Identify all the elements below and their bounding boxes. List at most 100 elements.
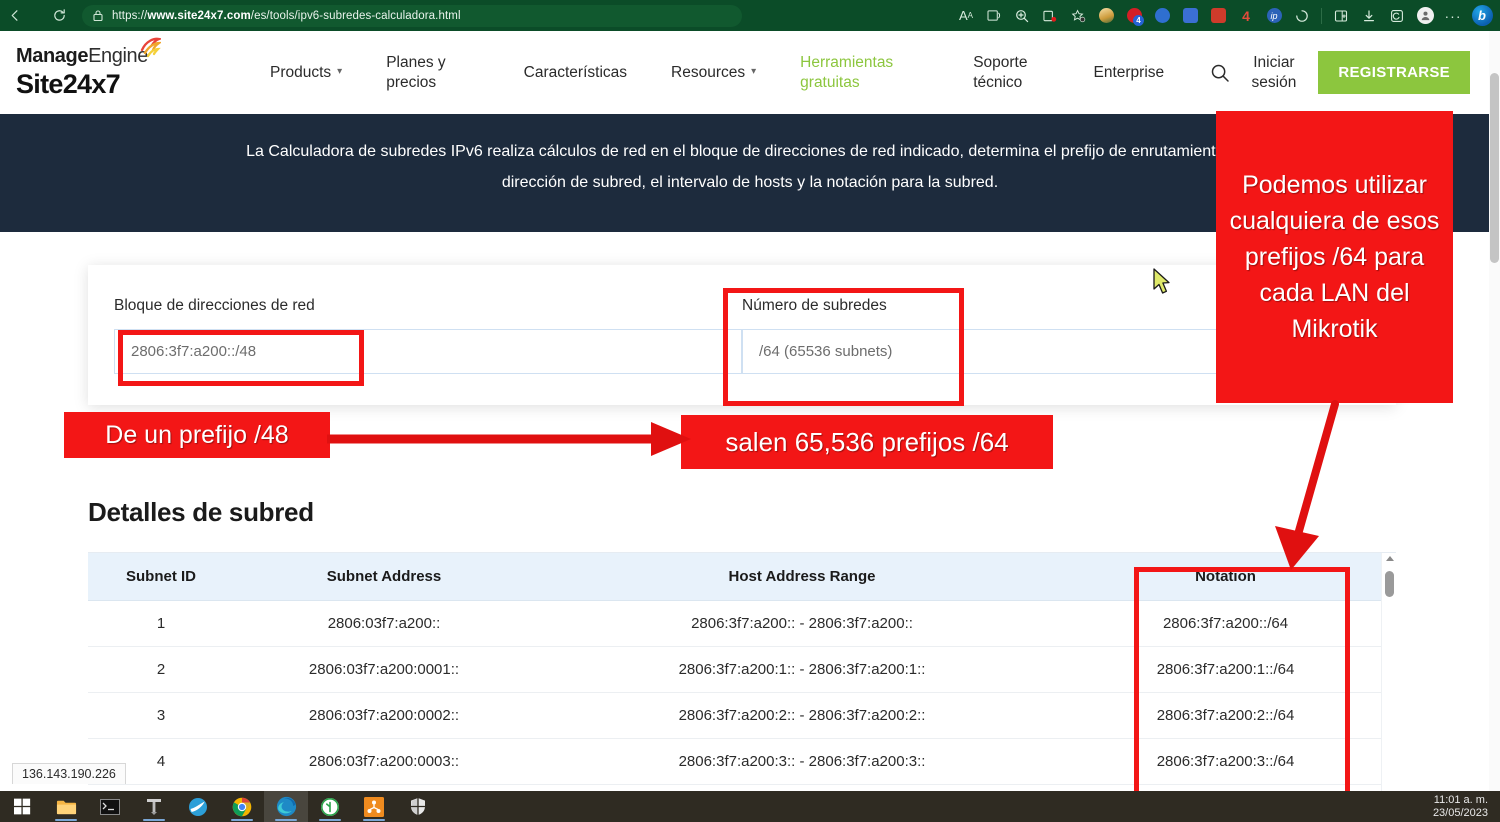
read-aloud-icon[interactable]: AA	[953, 3, 979, 29]
browser-toolbar: https://www.site24x7.com/es/tools/ipv6-s…	[0, 0, 1500, 31]
network-block-input[interactable]: 2806:3f7:a200::/48	[114, 329, 742, 374]
cell-notation: 2806:3f7:a200:2::/64	[1070, 692, 1381, 738]
nav-item-enterprise[interactable]: Enterprise	[1049, 63, 1186, 82]
browser-essentials-icon[interactable]	[1289, 3, 1315, 29]
zoom-icon[interactable]	[1009, 3, 1035, 29]
taskbar-active-underline	[231, 819, 253, 821]
nav-item-products[interactable]: Products ▾	[248, 63, 364, 82]
cell-notation: 2806:3f7:a200:3::/64	[1070, 738, 1381, 784]
clock-time: 11:01 a. m.	[1433, 794, 1488, 807]
taskbar-clock[interactable]: 11:01 a. m. 23/05/2023	[1433, 794, 1500, 820]
winbox-icon[interactable]	[176, 791, 220, 822]
windows-taskbar: 11:01 a. m. 23/05/2023	[0, 791, 1500, 822]
cell-subnet-id: 1	[88, 600, 234, 646]
register-button[interactable]: REGISTRARSE	[1318, 51, 1470, 94]
site-logo[interactable]: ManageEngine Site24x7	[16, 45, 216, 100]
table-row: 3 2806:03f7:a200:0002:: 2806:3f7:a200:2:…	[88, 692, 1381, 738]
subnet-table-container: Subnet ID Subnet Address Host Address Ra…	[88, 552, 1396, 791]
table-scrollbar[interactable]	[1381, 553, 1396, 791]
column-header-subnet-address[interactable]: Subnet Address	[234, 553, 534, 600]
column-header-notation[interactable]: Notation	[1070, 553, 1381, 600]
extension-shell-icon[interactable]	[1093, 3, 1119, 29]
calculator-form-card: Bloque de direcciones de red 2806:3f7:a2…	[88, 265, 1396, 405]
manageengine-swoosh-icon	[139, 36, 161, 58]
downloads-icon[interactable]	[1356, 3, 1382, 29]
adblock-badge: 4	[1133, 15, 1144, 26]
cell-subnet-address: 2806:03f7:a200:0004::	[234, 784, 534, 791]
table-row: 5 2806:03f7:a200:0004:: 2806:3f7:a200:4:…	[88, 784, 1381, 791]
tool-icon[interactable]	[132, 791, 176, 822]
reload-icon[interactable]	[44, 0, 74, 31]
nav-label: Products	[270, 63, 331, 82]
terminal-icon[interactable]	[88, 791, 132, 822]
search-icon[interactable]	[1210, 63, 1230, 83]
login-link[interactable]: Iniciar sesión	[1252, 53, 1297, 92]
main-nav: Products ▾ Planes y precios Característi…	[248, 53, 1186, 92]
logo-manageengine: ManageEngine	[16, 45, 148, 68]
cell-host-range: 2806:3f7:a200:3:: - 2806:3f7:a200:3::	[534, 738, 1070, 784]
nav-item-herramientas-gratuitas[interactable]: Herramientas gratuitas	[778, 53, 915, 92]
cell-host-range: 2806:3f7:a200:: - 2806:3f7:a200::	[534, 600, 1070, 646]
nav-item-caracteristicas[interactable]: Características	[468, 63, 649, 82]
column-header-host-address-range[interactable]: Host Address Range	[534, 553, 1070, 600]
extension-goggles-icon[interactable]	[1205, 3, 1231, 29]
account-icon[interactable]	[1412, 3, 1438, 29]
network-map-icon[interactable]	[352, 791, 396, 822]
cell-subnet-id: 3	[88, 692, 234, 738]
table-body: 1 2806:03f7:a200:: 2806:3f7:a200:: - 280…	[88, 600, 1381, 791]
taskbar-active-underline	[363, 819, 385, 821]
extension-blue-icon[interactable]	[1149, 3, 1175, 29]
cell-subnet-address: 2806:03f7:a200:0003::	[234, 738, 534, 784]
nav-label: Herramientas gratuitas	[800, 53, 893, 92]
edge-icon[interactable]	[264, 791, 308, 822]
settings-more-icon[interactable]: ···	[1440, 3, 1466, 29]
nav-label: Planes y precios	[386, 53, 445, 92]
chevron-down-icon: ▾	[751, 66, 756, 79]
collections-icon[interactable]	[1037, 3, 1063, 29]
edge-profile-icon[interactable]	[1384, 3, 1410, 29]
file-explorer-icon[interactable]	[44, 791, 88, 822]
header-actions: Iniciar sesión REGISTRARSE	[1210, 51, 1500, 94]
form-row: Bloque de direcciones de red 2806:3f7:a2…	[88, 265, 1396, 374]
taskbar-active-underline	[143, 819, 165, 821]
logo-site24x7: Site24x7	[16, 69, 216, 100]
shield-icon[interactable]	[396, 791, 440, 822]
cell-host-range: 2806:3f7:a200:2:: - 2806:3f7:a200:2::	[534, 692, 1070, 738]
annotation-label-prefijo-48: De un prefijo /48	[64, 412, 330, 458]
translate-icon[interactable]	[1177, 3, 1203, 29]
status-bubble: 136.143.190.226	[12, 763, 126, 784]
start-icon[interactable]	[0, 791, 44, 822]
column-header-subnet-id[interactable]: Subnet ID	[88, 553, 234, 600]
extension-adblock-icon[interactable]: 4	[1121, 3, 1147, 29]
immersive-reader-icon[interactable]	[981, 3, 1007, 29]
extension-four-icon[interactable]: 4	[1233, 3, 1259, 29]
browser-toolbar-icons: AA 4 4 ip	[953, 0, 1500, 31]
chrome-icon[interactable]	[220, 791, 264, 822]
nav-item-soporte-tecnico[interactable]: Soporte técnico	[915, 53, 1049, 92]
scroll-up-arrow-icon[interactable]	[1386, 556, 1394, 561]
table-row: 4 2806:03f7:a200:0003:: 2806:3f7:a200:3:…	[88, 738, 1381, 784]
back-arrow-icon[interactable]	[0, 0, 30, 31]
field-network-block: Bloque de direcciones de red 2806:3f7:a2…	[114, 297, 742, 374]
zoho-icon[interactable]	[308, 791, 352, 822]
nav-item-planes-precios[interactable]: Planes y precios	[364, 53, 467, 92]
screen: https://www.site24x7.com/es/tools/ipv6-s…	[0, 0, 1500, 822]
page-scrollbar[interactable]	[1489, 31, 1500, 791]
table-scrollbar-thumb[interactable]	[1385, 571, 1394, 597]
nav-item-resources[interactable]: Resources ▾	[649, 63, 778, 82]
nav-label: Características	[524, 63, 627, 82]
cell-subnet-address: 2806:03f7:a200:0001::	[234, 646, 534, 692]
copilot-icon[interactable]: b	[1468, 3, 1496, 29]
hero-description: La Calculadora de subredes IPv6 realiza …	[245, 136, 1255, 198]
annotation-note-mikrotik: Podemos utilizar cualquiera de esos pref…	[1216, 111, 1453, 403]
address-bar[interactable]: https://www.site24x7.com/es/tools/ipv6-s…	[82, 5, 742, 27]
taskbar-active-underline	[55, 819, 77, 821]
lock-icon	[92, 9, 105, 22]
extension-ip-icon[interactable]: ip	[1261, 3, 1287, 29]
cell-notation: 2806:3f7:a200::/64	[1070, 600, 1381, 646]
page-scrollbar-thumb[interactable]	[1490, 73, 1499, 263]
nav-label: Enterprise	[1093, 63, 1164, 82]
nav-label: Soporte técnico	[973, 53, 1027, 92]
split-screen-icon[interactable]	[1328, 3, 1354, 29]
favorites-icon[interactable]	[1065, 3, 1091, 29]
